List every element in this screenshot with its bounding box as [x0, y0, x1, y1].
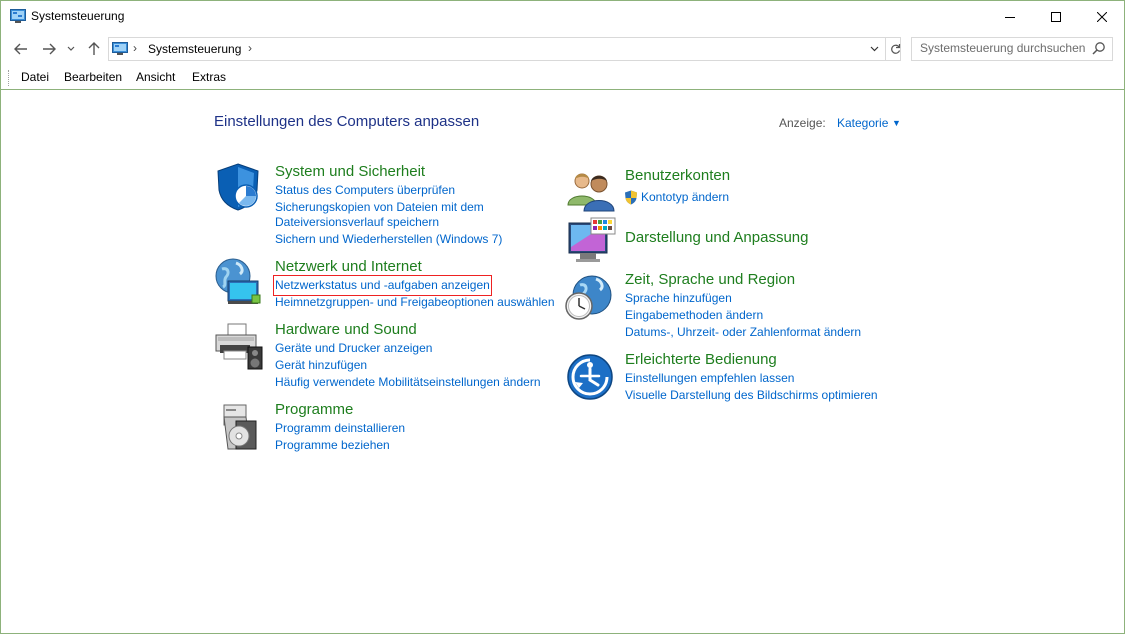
chevron-down-icon — [67, 46, 75, 51]
link-sprache-hinzufuegen[interactable]: Sprache hinzufügen — [625, 290, 732, 307]
breadcrumb-chevron-icon[interactable]: › — [133, 41, 137, 55]
category-system-und-sicherheit[interactable]: System und Sicherheit — [275, 163, 425, 180]
menu-bearbeiten[interactable]: Bearbeiten — [62, 70, 124, 84]
arrow-up-icon — [88, 42, 100, 55]
title-bar[interactable]: Systemsteuerung — [1, 1, 1124, 32]
arrow-left-icon — [14, 43, 27, 55]
link-kontotyp-aendern[interactable]: Kontotyp ändern — [641, 189, 729, 206]
search-input[interactable] — [912, 38, 1090, 58]
close-button[interactable] — [1079, 1, 1124, 32]
back-button[interactable] — [10, 39, 32, 59]
address-dropdown-button[interactable] — [866, 40, 882, 58]
category-netzwerk-und-internet[interactable]: Netzwerk und Internet — [275, 258, 422, 275]
up-button[interactable] — [83, 39, 105, 59]
category-benutzerkonten[interactable]: Benutzerkonten — [625, 167, 730, 184]
menu-bar: Datei Bearbeiten Ansicht Extras — [1, 67, 1124, 90]
monitor-palette-icon[interactable] — [566, 217, 616, 267]
link-geraet-hinzufuegen[interactable]: Gerät hinzufügen — [275, 357, 367, 374]
link-visuelle-darstellung[interactable]: Visuelle Darstellung des Bildschirms opt… — [625, 387, 878, 404]
refresh-button[interactable] — [885, 38, 902, 60]
view-mode-dropdown[interactable]: Kategorie — [837, 116, 888, 130]
link-einstellungen-empfehlen[interactable]: Einstellungen empfehlen lassen — [625, 370, 794, 387]
accessibility-icon[interactable] — [565, 352, 615, 402]
programs-icon[interactable] — [214, 401, 264, 451]
printer-icon[interactable] — [214, 321, 264, 371]
breadcrumb-chevron-icon[interactable]: › — [248, 41, 252, 55]
arrow-right-icon — [43, 43, 56, 55]
close-icon — [1097, 11, 1107, 22]
minimize-button[interactable] — [987, 1, 1033, 32]
category-programme[interactable]: Programme — [275, 401, 353, 418]
search-box[interactable] — [911, 37, 1113, 61]
link-status-des-computers[interactable]: Status des Computers überprüfen — [275, 182, 455, 199]
link-mobilitaetseinstellungen[interactable]: Häufig verwendete Mobilitätseinstellunge… — [275, 374, 541, 391]
control-panel-icon — [112, 42, 128, 55]
maximize-icon — [1051, 11, 1061, 22]
network-globe-icon[interactable] — [214, 257, 264, 307]
category-zeit-sprache-und-region[interactable]: Zeit, Sprache und Region — [625, 271, 795, 288]
control-panel-window: Systemsteuerung › Systemsteuerung › Syst… — [0, 0, 1125, 634]
view-label: Anzeige: — [779, 116, 826, 130]
menu-datei[interactable]: Datei — [19, 70, 51, 84]
caret-down-icon[interactable]: ▼ — [892, 118, 901, 128]
link-programm-deinstallieren[interactable]: Programm deinstallieren — [275, 420, 405, 437]
menu-grip — [8, 70, 10, 86]
search-icon[interactable] — [1092, 41, 1106, 55]
category-erleichterte-bedienung[interactable]: Erleichterte Bedienung — [625, 351, 777, 368]
chevron-down-icon — [870, 46, 878, 52]
minimize-icon — [1005, 16, 1015, 18]
link-sichern-und-wiederherstellen[interactable]: Sichern und Wiederherstellen (Windows 7) — [275, 231, 502, 248]
link-datums-uhrzeit-zahlenformat[interactable]: Datums-, Uhrzeit- oder Zahlenformat ände… — [625, 324, 861, 341]
link-dateiversionsverlauf[interactable]: Dateiversionsverlauf speichern — [275, 214, 439, 231]
link-programme-beziehen[interactable]: Programme beziehen — [275, 437, 390, 454]
users-icon[interactable] — [566, 165, 616, 215]
link-heimnetzgruppen[interactable]: Heimnetzgruppen- und Freigabeoptionen au… — [275, 294, 555, 311]
clock-globe-icon[interactable] — [564, 273, 614, 323]
forward-button[interactable] — [38, 39, 60, 59]
category-darstellung-und-anpassung[interactable]: Darstellung und Anpassung — [625, 229, 808, 246]
address-bar[interactable]: › Systemsteuerung › — [108, 37, 901, 61]
link-netzwerkstatus[interactable]: Netzwerkstatus und -aufgaben anzeigen — [273, 275, 492, 296]
window-title: Systemsteuerung — [31, 9, 125, 23]
menu-ansicht[interactable]: Ansicht — [134, 70, 177, 84]
refresh-icon — [890, 44, 900, 54]
menu-extras[interactable]: Extras — [190, 70, 228, 84]
link-eingabemethoden-aendern[interactable]: Eingabemethoden ändern — [625, 307, 763, 324]
shield-icon[interactable] — [214, 162, 264, 212]
category-hardware-und-sound[interactable]: Hardware und Sound — [275, 321, 417, 338]
recent-locations-button[interactable] — [63, 39, 79, 59]
breadcrumb-systemsteuerung[interactable]: Systemsteuerung — [148, 42, 241, 56]
uac-shield-icon — [625, 190, 637, 205]
maximize-button[interactable] — [1033, 1, 1079, 32]
control-panel-icon — [10, 9, 26, 23]
link-geraete-und-drucker[interactable]: Geräte und Drucker anzeigen — [275, 340, 432, 357]
page-title: Einstellungen des Computers anpassen — [214, 113, 480, 130]
